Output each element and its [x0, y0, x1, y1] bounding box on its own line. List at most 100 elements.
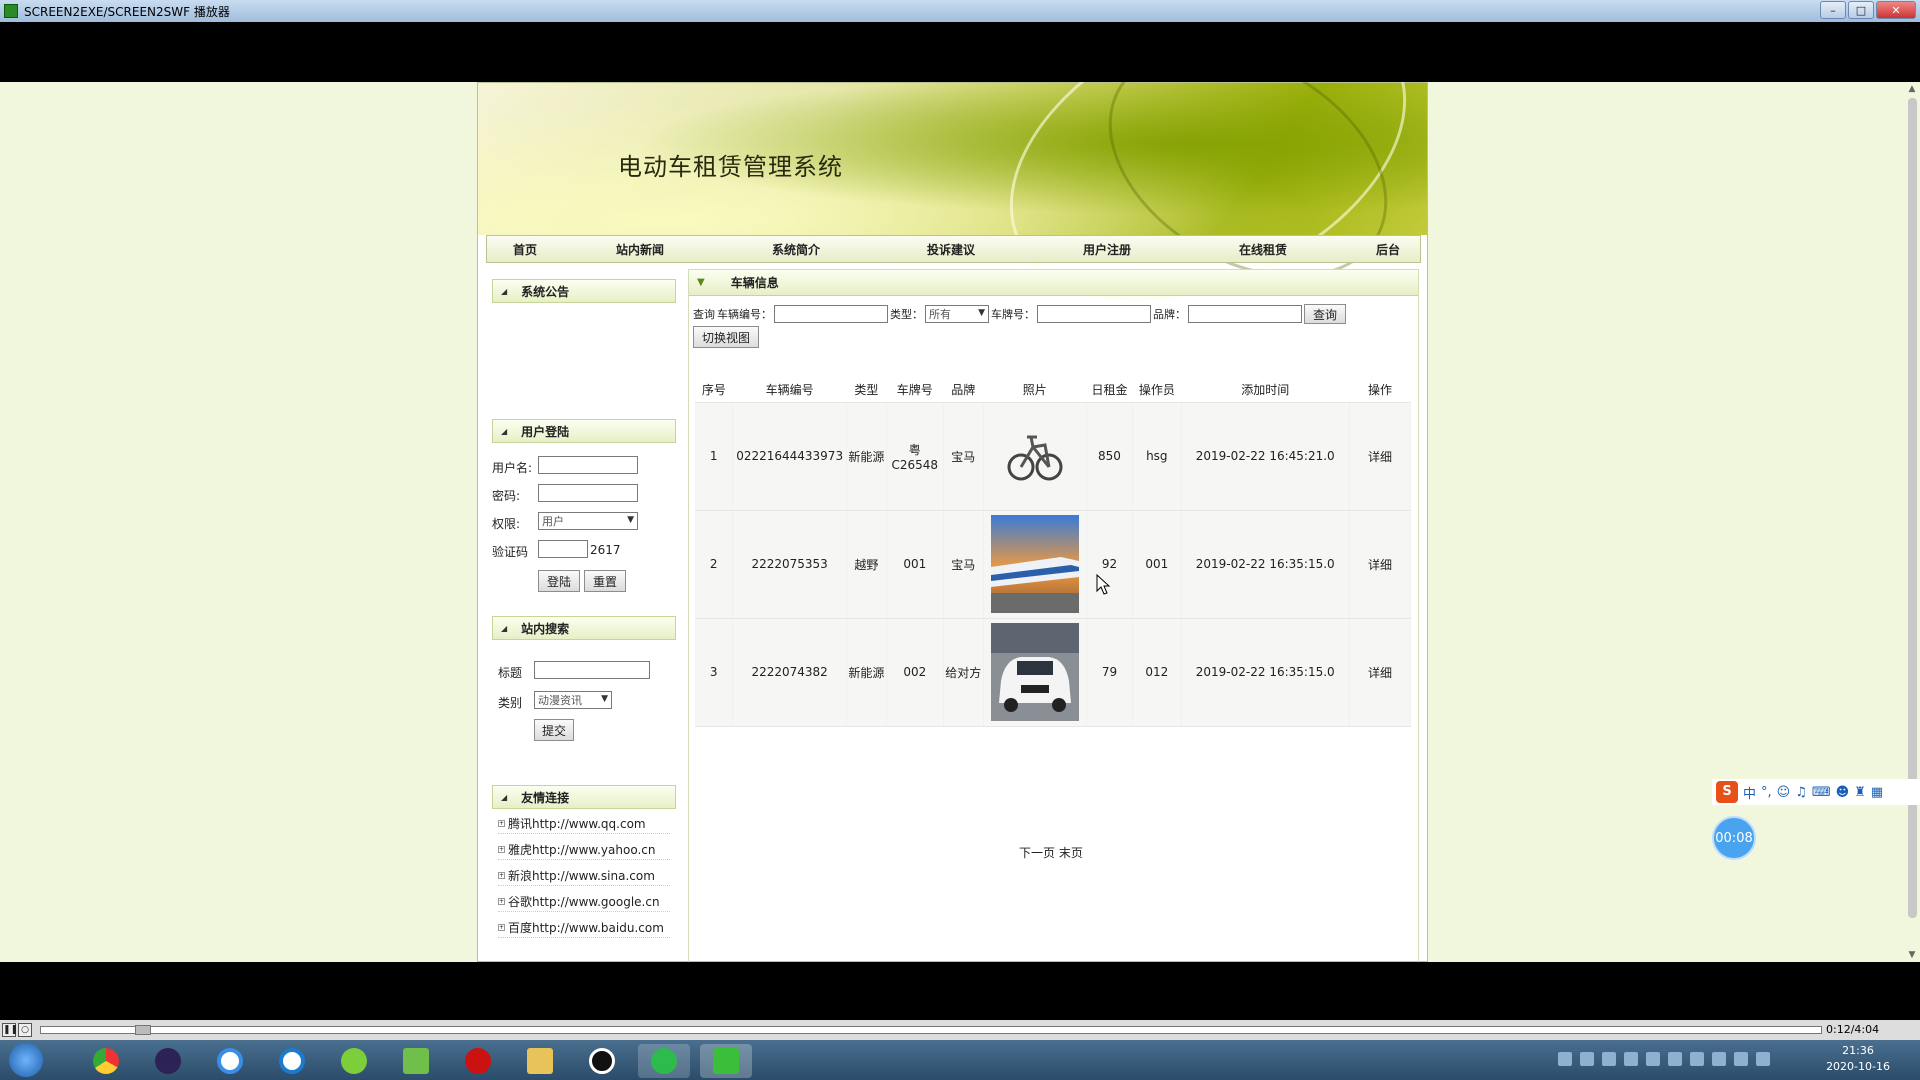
search-category-select[interactable]: 动漫资讯 ▼: [534, 691, 612, 709]
type-label: 类型：: [890, 308, 923, 321]
leaf-app-taskbar-icon[interactable]: [328, 1044, 380, 1078]
scroll-up-icon[interactable]: ▲: [1907, 84, 1917, 94]
scroll-down-icon[interactable]: ▼: [1907, 950, 1917, 960]
vehicle-table: 序号 车辆编号 类型 车牌号 品牌 照片 日租金 操作员 添加时间 操作 1 0…: [695, 378, 1412, 727]
tray-icon[interactable]: [1580, 1052, 1594, 1066]
playback-time: 0:12/4:04: [1826, 1023, 1880, 1036]
flash-taskbar-icon[interactable]: [452, 1044, 504, 1078]
brand-input[interactable]: [1188, 305, 1302, 323]
pager[interactable]: 下一页 末页: [1019, 844, 1083, 861]
ime-toolbar[interactable]: S 中 °, ☺ ♫ ⌨ ☻ ♜ ▦: [1712, 779, 1920, 805]
explorer-taskbar-icon[interactable]: [514, 1044, 566, 1078]
role-label: 权限:: [492, 517, 521, 531]
cell-seq: 2: [695, 510, 734, 619]
close-button[interactable]: ✕: [1876, 1, 1916, 19]
vehicle-panel-title: 车辆信息: [730, 276, 779, 290]
friend-link[interactable]: + 雅虎http://www.yahoo.cn: [498, 840, 670, 860]
table-row: 3 2222074382 新能源 002 给对方 79 012 2019-02-…: [695, 618, 1412, 727]
friend-link-text: 百度http://www.baidu.com: [508, 921, 664, 935]
query-label: 查询: [693, 308, 715, 321]
bullet-icon: +: [498, 898, 505, 905]
browser-taskbar-icon[interactable]: [266, 1044, 318, 1078]
app-icon: [4, 4, 18, 18]
seek-bar[interactable]: [40, 1025, 1822, 1035]
nav-rental[interactable]: 在线租赁: [1239, 241, 1287, 258]
table-header-row: 序号 车辆编号 类型 车牌号 品牌 照片 日租金 操作员 添加时间 操作: [695, 378, 1411, 403]
plate-input[interactable]: [1037, 305, 1151, 323]
switch-view-button[interactable]: 切换视图: [693, 326, 759, 348]
maximize-button[interactable]: □: [1848, 1, 1874, 19]
tray-icon[interactable]: [1712, 1052, 1726, 1066]
skin-icon[interactable]: ♜: [1854, 785, 1866, 800]
login-button[interactable]: 登陆: [538, 570, 580, 592]
seek-knob[interactable]: [135, 1025, 151, 1035]
friend-link[interactable]: + 百度http://www.baidu.com: [498, 918, 670, 938]
search-title-input[interactable]: [534, 661, 650, 679]
nav-register[interactable]: 用户注册: [1083, 241, 1131, 258]
tray-icon[interactable]: [1668, 1052, 1682, 1066]
reset-button[interactable]: 重置: [584, 570, 626, 592]
chrome-taskbar-icon[interactable]: [80, 1044, 132, 1078]
pause-button[interactable]: ❚❚: [2, 1023, 18, 1037]
wechat-taskbar-icon[interactable]: [638, 1044, 690, 1078]
type-select[interactable]: 所有 ▼: [925, 305, 989, 323]
captcha-code: 2617: [590, 543, 621, 557]
keyboard-icon[interactable]: ⌨: [1812, 785, 1831, 800]
nav-news[interactable]: 站内新闻: [616, 241, 664, 258]
screen2exe-taskbar-icon[interactable]: [700, 1044, 752, 1078]
volume-icon[interactable]: [1734, 1052, 1748, 1066]
minimize-button[interactable]: –: [1820, 1, 1846, 19]
tray-icon[interactable]: [1558, 1052, 1572, 1066]
stop-button[interactable]: ○: [18, 1023, 32, 1037]
captcha-input[interactable]: [538, 540, 588, 558]
col-brand: 品牌: [943, 378, 984, 403]
friend-link[interactable]: + 谷歌http://www.google.cn: [498, 892, 670, 912]
cell-type: 新能源: [846, 402, 887, 511]
links-title: 友情连接: [521, 790, 570, 805]
punctuation-icon[interactable]: °,: [1761, 785, 1772, 800]
expand-icon: ▼: [697, 277, 705, 288]
start-button[interactable]: [9, 1043, 43, 1077]
col-type: 类型: [846, 378, 887, 403]
network-icon[interactable]: [1756, 1052, 1770, 1066]
detail-link[interactable]: 详细: [1349, 402, 1412, 511]
collapse-icon: ◢: [501, 792, 508, 802]
search-submit-button[interactable]: 提交: [534, 719, 574, 741]
tray-icon[interactable]: [1690, 1052, 1704, 1066]
cell-plate: 002: [886, 618, 944, 727]
ime-mode[interactable]: 中: [1743, 783, 1756, 802]
baidu-netdisk-taskbar-icon[interactable]: [204, 1044, 256, 1078]
tray-icon[interactable]: [1602, 1052, 1616, 1066]
user-icon[interactable]: ☻: [1836, 785, 1850, 800]
tray-icon[interactable]: [1646, 1052, 1660, 1066]
detail-link[interactable]: 详细: [1349, 510, 1412, 619]
nav-about[interactable]: 系统简介: [772, 241, 820, 258]
recording-timer[interactable]: 00:08: [1712, 816, 1756, 860]
tray-icon[interactable]: [1624, 1052, 1638, 1066]
vehicle-no-input[interactable]: [774, 305, 888, 323]
notepad-taskbar-icon[interactable]: [390, 1044, 442, 1078]
clock[interactable]: 21:36 2020-10-16: [1826, 1043, 1890, 1075]
role-select[interactable]: 用户 ▼: [538, 512, 638, 530]
nav-admin[interactable]: 后台: [1376, 241, 1400, 258]
mic-icon[interactable]: ♫: [1795, 785, 1807, 800]
password-label: 密码:: [492, 489, 521, 503]
cell-operator: hsg: [1132, 402, 1182, 511]
col-rent: 日租金: [1086, 378, 1133, 403]
query-button[interactable]: 查询: [1304, 304, 1346, 324]
username-input[interactable]: [538, 456, 638, 474]
nav-home[interactable]: 首页: [513, 241, 537, 258]
qq-taskbar-icon[interactable]: [576, 1044, 628, 1078]
detail-link[interactable]: 详细: [1349, 618, 1412, 727]
friend-link[interactable]: + 新浪http://www.sina.com: [498, 866, 670, 886]
friend-link[interactable]: + 腾讯http://www.qq.com: [498, 814, 670, 834]
password-input[interactable]: [538, 484, 638, 502]
cell-type: 越野: [846, 510, 887, 619]
emoji-icon[interactable]: ☺: [1777, 785, 1791, 800]
nav-complaints[interactable]: 投诉建议: [927, 241, 975, 258]
page-scrollbar[interactable]: ▲ ▼: [1904, 82, 1920, 962]
cell-photo: [983, 618, 1087, 727]
eclipse-taskbar-icon[interactable]: [142, 1044, 194, 1078]
grid-icon[interactable]: ▦: [1871, 785, 1883, 800]
col-operator: 操作员: [1132, 378, 1182, 403]
